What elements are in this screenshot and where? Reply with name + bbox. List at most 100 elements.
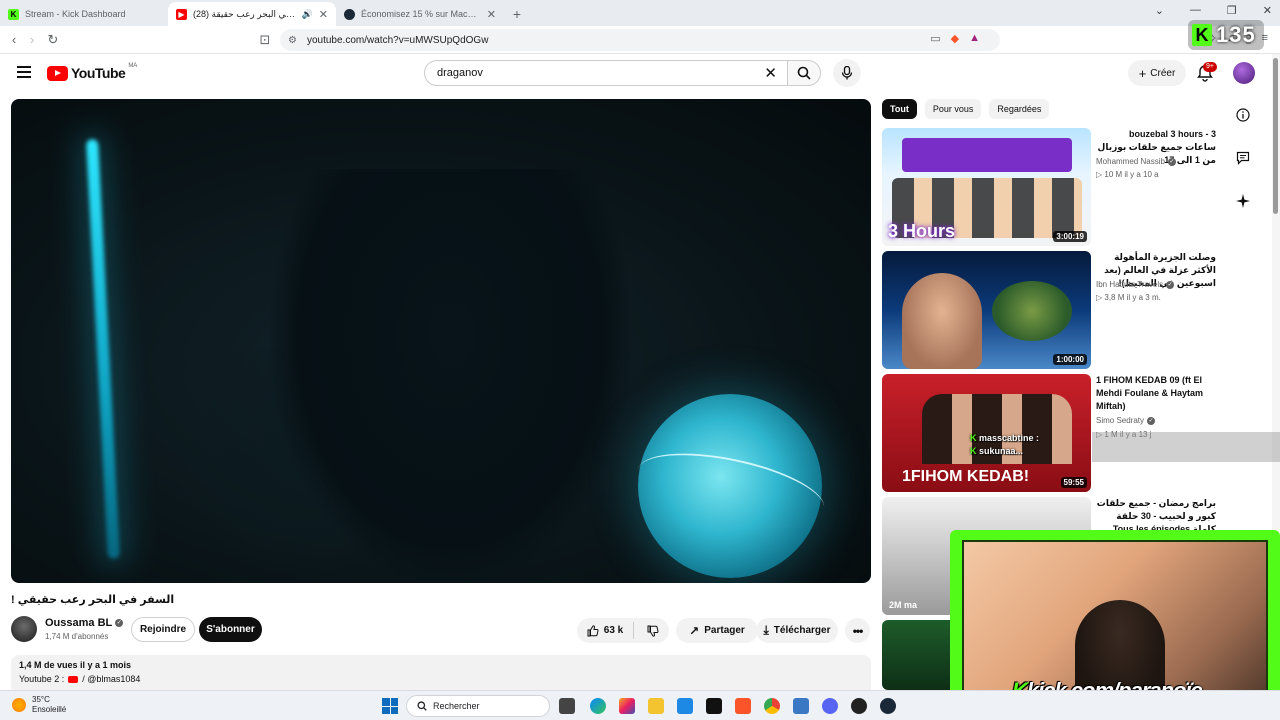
search-box: ✕ — [424, 60, 788, 86]
obs-icon[interactable] — [851, 698, 867, 714]
youtube-favicon-icon: ▶ — [176, 8, 187, 20]
thumb-text: 2M ma — [889, 600, 918, 610]
voice-search-button[interactable] — [833, 59, 861, 87]
channel-name-row[interactable]: Oussama BL ✓ — [45, 617, 124, 629]
search-icon — [797, 66, 811, 80]
weather-text: 35°C Ensoleillé — [32, 695, 66, 715]
brave-rewards-icon[interactable]: ▲ — [969, 32, 980, 45]
tab-search-icon[interactable]: ⌄ — [1155, 4, 1164, 17]
close-tab-icon[interactable]: ✕ — [319, 8, 328, 21]
kick-logo-icon: K — [1192, 24, 1212, 46]
maximize-icon[interactable]: ❐ — [1227, 4, 1237, 17]
brave-icon[interactable] — [735, 698, 751, 714]
video-duration: 59:55 — [1060, 477, 1087, 488]
recommended-channel[interactable]: Simo Sedraty ✓ — [1096, 416, 1156, 425]
recommended-video[interactable]: 1:00:00 وصلت الجزيرة المأهولة الأكثر عزل… — [882, 251, 1242, 369]
thumbs-up-icon — [587, 624, 599, 636]
task-view-icon[interactable] — [559, 698, 575, 714]
tab-title: Économisez 15 % sur Machine Party — [361, 9, 481, 19]
mail-icon[interactable] — [677, 698, 693, 714]
like-button[interactable]: 63 k — [587, 622, 635, 639]
chat-username: sukunaa... — [979, 446, 1024, 456]
weather-widget[interactable]: 35°C Ensoleillé — [12, 695, 66, 715]
search-input[interactable] — [437, 67, 757, 79]
stream-chat-overlay: K masscabtine : K sukunaa... — [970, 432, 1070, 458]
create-button[interactable]: + Créer — [1128, 60, 1186, 86]
omnibox-extension-icons: ▭ ◆ ▲ — [930, 32, 980, 45]
download-button[interactable]: ⤓ Télécharger — [756, 618, 838, 643]
url-text: youtube.com/watch?v=uMWSUpQdOGw — [306, 34, 489, 46]
chat-username: masscabtine : — [979, 433, 1040, 443]
thumbs-down-icon — [647, 625, 659, 637]
cast-icon[interactable]: ▭ — [930, 32, 940, 45]
close-tab-icon[interactable]: ✕ — [487, 8, 496, 21]
amd-icon[interactable] — [706, 698, 722, 714]
url-input[interactable]: ⚙ youtube.com/watch?v=uMWSUpQdOGw — [280, 29, 1000, 51]
windows-start-icon[interactable] — [382, 698, 398, 714]
recommended-channel[interactable]: Mohammed Nassib ✓ — [1096, 157, 1176, 166]
info-icon[interactable] — [1235, 107, 1251, 123]
chat-icon[interactable] — [1235, 150, 1251, 166]
youtube-wordmark: YouTube — [71, 65, 126, 81]
tab-steam[interactable]: Économisez 15 % sur Machine Party ✕ — [336, 2, 504, 26]
menu-hamburger-icon[interactable] — [17, 66, 31, 78]
dislike-button[interactable] — [639, 625, 659, 637]
clear-search-icon[interactable]: ✕ — [764, 64, 777, 82]
youtube-logo[interactable]: YouTube MA — [47, 63, 137, 81]
new-tab-button[interactable]: + — [504, 2, 530, 26]
channel-name[interactable]: Oussama BL — [45, 617, 112, 629]
more-dots-icon: ••• — [852, 623, 864, 638]
taskbar-search-label: Rechercher — [433, 701, 480, 711]
reload-icon[interactable]: ↻ — [43, 32, 63, 48]
discord-icon[interactable] — [822, 698, 838, 714]
recommended-channel[interactable]: Ibn Hattuta Travels ✓ — [1096, 280, 1175, 289]
steam-icon[interactable] — [880, 698, 896, 714]
taskbar-search[interactable]: Rechercher — [406, 695, 550, 717]
site-info-icon[interactable]: ⚙ — [288, 35, 297, 46]
sparkle-icon[interactable] — [1235, 193, 1251, 209]
app-icon[interactable] — [793, 698, 809, 714]
thumb-text: 3 Hours — [888, 221, 956, 241]
bookmark-icon[interactable]: ⊡ — [255, 32, 275, 48]
like-dislike-group: 63 k — [577, 618, 669, 643]
share-button[interactable]: ↗ Partager — [676, 618, 758, 643]
tab-kick-dashboard[interactable]: K Stream - Kick Dashboard — [0, 2, 168, 26]
chrome-icon[interactable] — [764, 698, 780, 714]
thumb-banner — [902, 138, 1072, 172]
channel-avatar[interactable] — [11, 616, 37, 642]
close-window-icon[interactable]: ✕ — [1263, 4, 1272, 17]
subscriber-count: 1,74 M d'abonnés — [45, 632, 109, 641]
search-button[interactable] — [787, 60, 821, 86]
recommended-video[interactable]: 3 Hours 3:00:19 bouzebal 3 hours - 3 ساع… — [882, 128, 1242, 246]
like-count: 63 k — [603, 625, 624, 636]
scrollbar-thumb[interactable] — [1273, 58, 1278, 214]
minimize-icon[interactable]: — — [1190, 4, 1201, 17]
chip-all[interactable]: Tout — [882, 99, 917, 119]
chat-line: K sukunaa... — [970, 446, 1024, 456]
video-thumbnail[interactable]: 3 Hours 3:00:19 — [882, 128, 1091, 246]
forward-icon[interactable]: › — [22, 32, 42, 47]
chip-watched[interactable]: Regardées — [989, 99, 1050, 119]
back-icon[interactable]: ‹ — [4, 32, 24, 47]
address-bar: ‹ › ↻ ⊡ ⚙ youtube.com/watch?v=uMWSUpQdOG… — [0, 26, 1280, 54]
join-button[interactable]: Rejoindre — [131, 617, 195, 642]
account-avatar[interactable] — [1233, 62, 1255, 84]
recommended-title[interactable]: 1 FIHOM KEDAB 09 (ft El Mehdi Foulane & … — [1096, 374, 1216, 413]
copilot-icon[interactable] — [619, 698, 635, 714]
download-label: Télécharger — [773, 625, 831, 636]
windows-taskbar: 35°C Ensoleillé Rechercher — [0, 690, 1280, 720]
brave-shield-icon[interactable]: ◆ — [951, 32, 959, 45]
edge-icon[interactable] — [590, 698, 606, 714]
channel-handle-link[interactable]: / @blmas1084 — [82, 674, 140, 684]
video-player[interactable] — [11, 99, 871, 583]
kick-viewer-badge: K 135 — [1188, 20, 1264, 50]
subscribe-button[interactable]: S'abonner — [199, 617, 262, 642]
chip-for-you[interactable]: Pour vous — [924, 99, 982, 119]
file-explorer-icon[interactable] — [648, 698, 664, 714]
speaker-icon[interactable]: 🔊 — [302, 9, 313, 20]
kick-favicon-icon: K — [8, 8, 19, 20]
more-actions-button[interactable]: ••• — [845, 618, 870, 643]
video-thumbnail[interactable]: 1:00:00 — [882, 251, 1091, 369]
tab-youtube-video[interactable]: ▶ (28) السفر في البحر رعب حقيقة... 🔊 ✕ — [168, 2, 336, 26]
viewer-count: 135 — [1216, 22, 1256, 47]
